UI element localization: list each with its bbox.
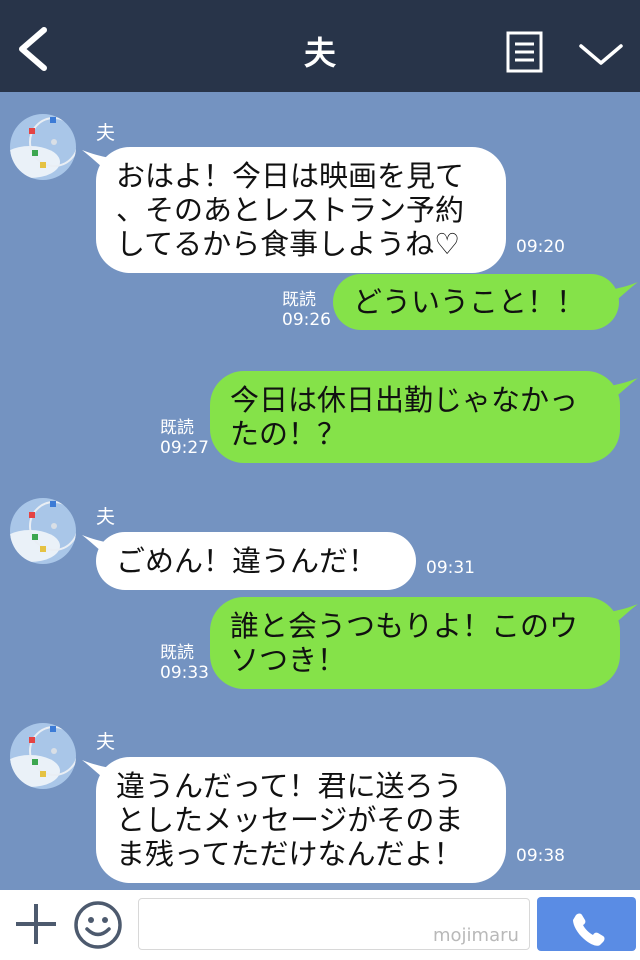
document-list-icon[interactable] xyxy=(506,31,543,73)
avatar[interactable] xyxy=(10,723,76,789)
message-time: 09:31 xyxy=(426,558,475,578)
read-label: 既読 xyxy=(160,643,194,663)
smiley-icon[interactable] xyxy=(73,900,123,950)
bubble-tail xyxy=(610,378,638,398)
sender-name: 夫 xyxy=(96,506,116,528)
message-time: 09:20 xyxy=(516,237,565,257)
message-time: 09:38 xyxy=(516,846,565,866)
avatar[interactable] xyxy=(10,498,76,564)
message-bubble-outgoing[interactable]: どういうこと！！ xyxy=(333,274,619,330)
read-label: 既読 xyxy=(160,418,194,438)
message-bubble-outgoing[interactable]: 今日は休日出勤じゃなかっ たの！？ xyxy=(210,371,620,463)
watermark-text: mojimaru xyxy=(433,925,519,946)
message-read-status: 既読 09:26 xyxy=(282,290,331,330)
message-time: 09:33 xyxy=(160,663,209,683)
chat-title: 夫 xyxy=(303,34,336,72)
read-label: 既読 xyxy=(282,290,316,310)
message-bubble-outgoing[interactable]: 誰と会うつもりよ！このウ ソつき！ xyxy=(210,597,620,689)
chevron-down-icon[interactable] xyxy=(578,38,624,68)
ferris-wheel-icon xyxy=(10,498,76,564)
ferris-wheel-icon xyxy=(10,114,76,180)
message-read-status: 既読 09:33 xyxy=(160,643,209,683)
message-bubble-incoming[interactable]: おはよ！今日は映画を見て 、そのあとレストラン予約 してるから食事しようね♡ xyxy=(96,147,506,273)
message-bubble-incoming[interactable]: ごめん！違うんだ！ xyxy=(96,532,416,590)
sender-name: 夫 xyxy=(96,122,116,144)
plus-icon[interactable] xyxy=(14,902,58,946)
message-time: 09:27 xyxy=(160,438,209,458)
message-time: 09:26 xyxy=(282,310,331,330)
avatar[interactable] xyxy=(10,114,76,180)
sender-name: 夫 xyxy=(96,731,116,753)
ferris-wheel-icon xyxy=(10,723,76,789)
bubble-tail xyxy=(610,282,638,302)
message-read-status: 既読 09:27 xyxy=(160,418,209,458)
message-bubble-incoming[interactable]: 違うんだって！君に送ろう としたメッセージがそのま ま残ってただけなんだよ！ xyxy=(96,757,506,883)
call-button[interactable] xyxy=(537,897,636,951)
phone-icon xyxy=(573,913,605,946)
chat-header: 夫 xyxy=(0,0,640,92)
bubble-tail xyxy=(610,604,638,624)
